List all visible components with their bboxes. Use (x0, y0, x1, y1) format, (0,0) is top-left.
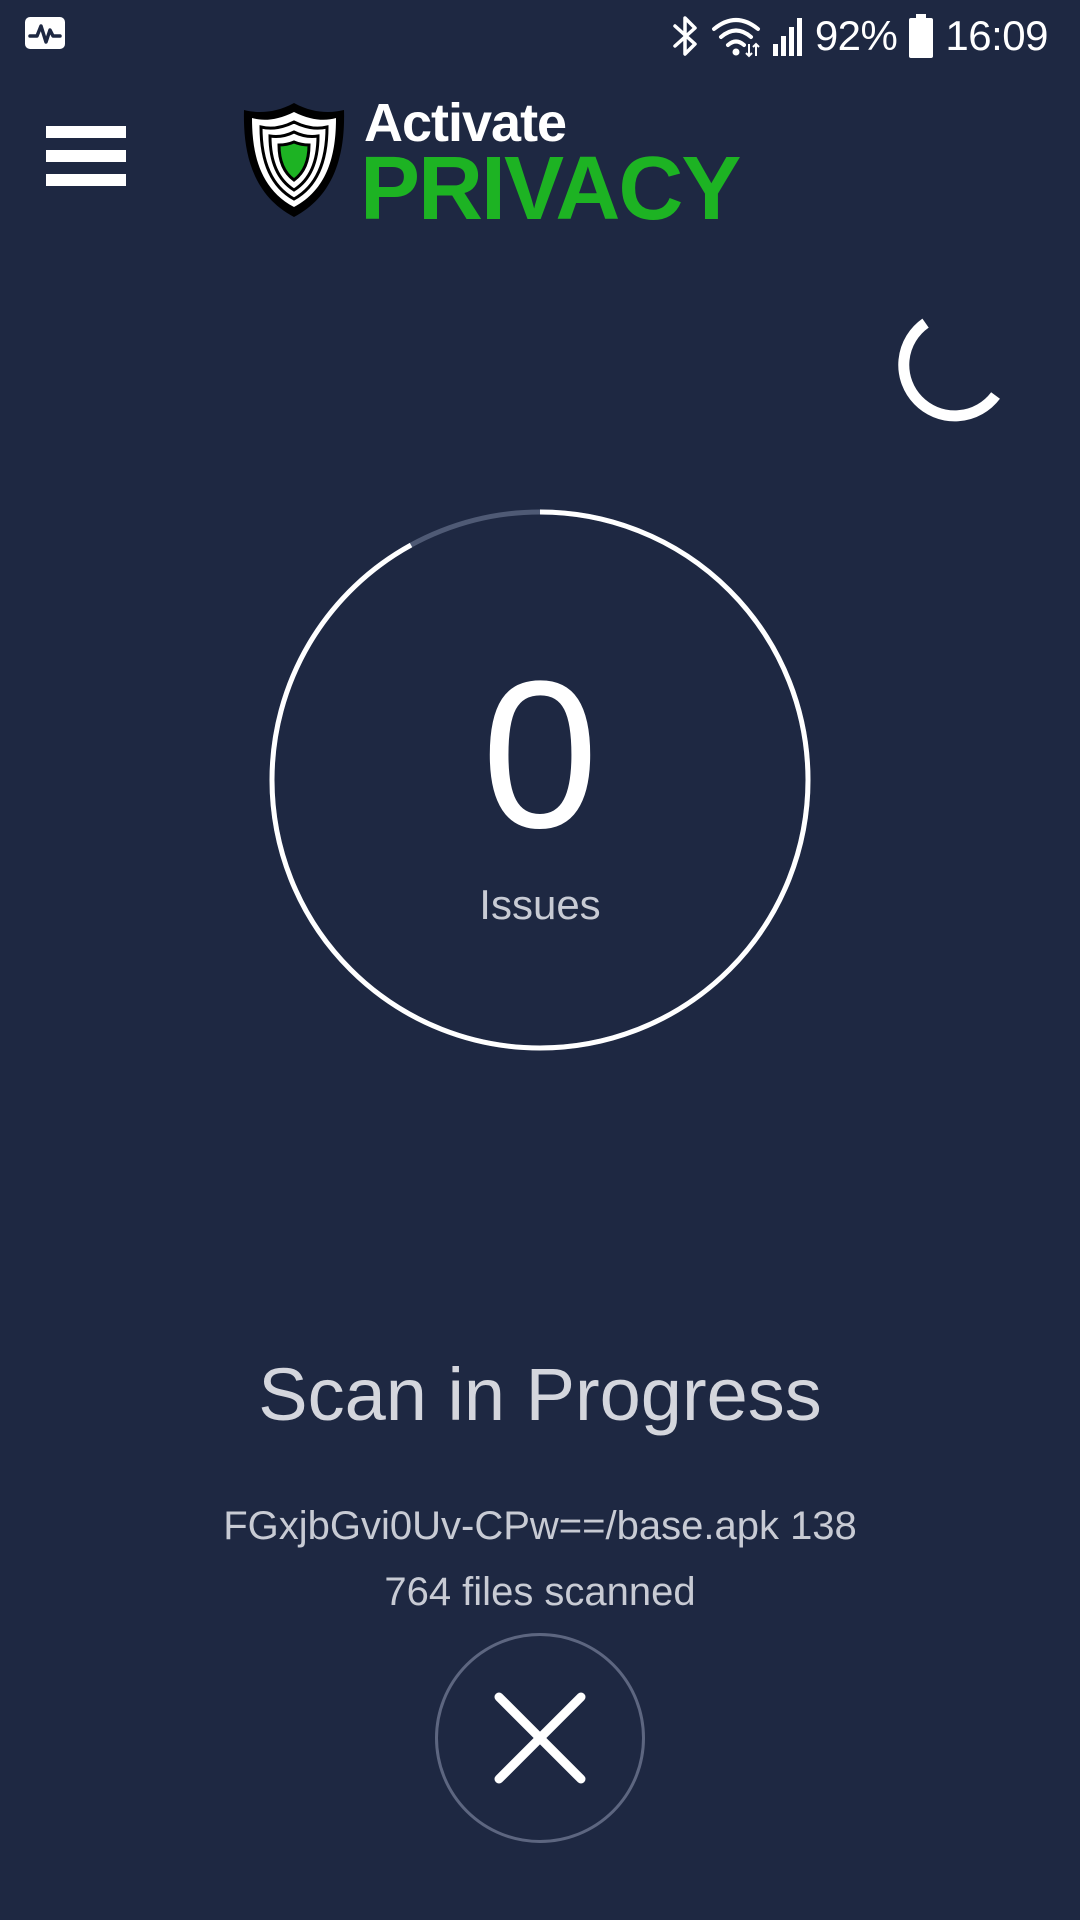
hamburger-menu-icon[interactable] (46, 126, 126, 186)
signal-icon (772, 18, 802, 56)
logo-text-privacy: PRIVACY (360, 139, 741, 239)
current-file-path: FGxjbGvi0Uv-CPw==/base.apk 138 (223, 1504, 857, 1548)
issue-label: Issues (479, 881, 601, 928)
battery-icon (909, 14, 934, 58)
bluetooth-icon (673, 16, 697, 56)
files-scanned-count: 764 files scanned (384, 1570, 696, 1614)
wifi-icon (711, 18, 760, 58)
shield-icon (243, 103, 345, 217)
scan-status-title: Scan in Progress (258, 1353, 822, 1436)
app-logo: Activate PRIVACY (240, 96, 741, 234)
status-indicators: 92% 16:09 (671, 0, 1048, 72)
cancel-scan-button[interactable] (435, 1633, 645, 1843)
issue-count: 0 (481, 637, 599, 872)
activity-monitor-icon (25, 17, 65, 49)
clock: 16:09 (945, 12, 1048, 59)
close-icon (494, 1692, 586, 1784)
battery-percent: 92% (814, 12, 898, 59)
loading-spinner-icon (898, 318, 1000, 422)
status-bar: 92% 16:09 (0, 0, 1080, 72)
